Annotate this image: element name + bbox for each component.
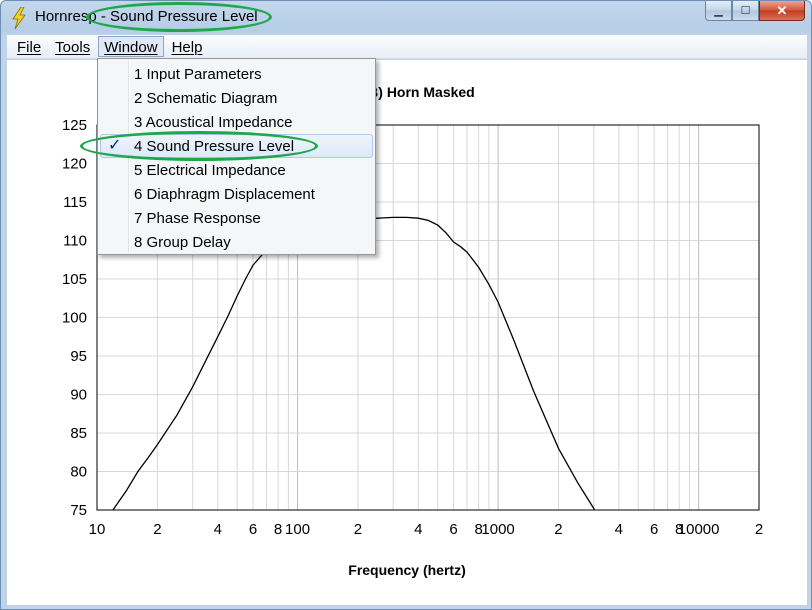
x-tick-label: 6: [449, 521, 457, 538]
menu-item-input-parameters[interactable]: 1 Input Parameters: [100, 62, 373, 86]
minimize-icon: ▁: [714, 5, 723, 17]
y-tick-label: 100: [62, 310, 87, 327]
x-tick-label: 2: [755, 521, 763, 538]
checkmark-icon: ✓: [108, 137, 122, 154]
y-tick-label: 120: [62, 156, 87, 173]
menu-window[interactable]: Window: [98, 36, 164, 57]
x-tick-label: 4: [615, 521, 623, 538]
menu-item-label: 3 Acoustical Impedance: [134, 114, 293, 131]
menu-item-diaphragm-displacement[interactable]: 6 Diaphragm Displacement: [100, 182, 373, 206]
menu-item-schematic-diagram[interactable]: 2 Schematic Diagram: [100, 86, 373, 110]
y-tick-label: 90: [70, 387, 87, 404]
close-button[interactable]: ✕: [759, 1, 805, 21]
y-tick-label: 115: [63, 194, 87, 211]
x-tick-label: 2: [153, 521, 161, 538]
menu-item-label: 8 Group Delay: [134, 234, 231, 251]
menu-help[interactable]: Help: [166, 36, 209, 57]
x-tick-label: 4: [214, 521, 222, 538]
menu-item-label: 6 Diaphragm Displacement: [134, 186, 315, 203]
window-title: Hornresp - Sound Pressure Level: [35, 8, 258, 25]
menu-file[interactable]: File: [11, 36, 47, 57]
menu-item-label: 5 Electrical Impedance: [134, 162, 286, 179]
x-tick-label: 1000: [481, 521, 514, 538]
x-tick-label: 10000: [678, 521, 720, 538]
y-tick-label: 80: [70, 464, 87, 481]
menu-item-label: 7 Phase Response: [134, 210, 261, 227]
minimize-button[interactable]: ▁: [705, 1, 732, 21]
x-tick-label: 8: [274, 521, 282, 538]
y-tick-label: 105: [62, 271, 87, 288]
menu-item-group-delay[interactable]: 8 Group Delay: [100, 230, 373, 254]
menu-item-label: 2 Schematic Diagram: [134, 90, 278, 107]
y-tick-label: 75: [70, 502, 87, 519]
x-axis-label: Frequency (hertz): [348, 562, 465, 578]
title-bar[interactable]: Hornresp - Sound Pressure Level ▁ ☐ ✕: [1, 1, 811, 35]
menu-item-electrical-impedance[interactable]: 5 Electrical Impedance: [100, 158, 373, 182]
y-tick-label: 125: [62, 117, 87, 134]
menu-item-label: 1 Input Parameters: [134, 66, 262, 83]
menu-bar: File Tools Window Help: [7, 35, 807, 59]
x-tick-label: 2: [354, 521, 362, 538]
x-tick-label: 6: [650, 521, 658, 538]
menu-item-label: 4 Sound Pressure Level: [134, 138, 295, 155]
x-tick-label: 100: [285, 521, 310, 538]
caption-buttons: ▁ ☐ ✕: [705, 1, 805, 22]
close-icon: ✕: [776, 2, 788, 18]
x-tick-label: 4: [414, 521, 422, 538]
maximize-button[interactable]: ☐: [732, 1, 759, 21]
y-tick-label: 110: [63, 233, 87, 250]
x-tick-label: 2: [554, 521, 562, 538]
maximize-icon: ☐: [740, 5, 751, 17]
menu-tools[interactable]: Tools: [49, 36, 96, 57]
window-menu-dropdown: 1 Input Parameters 2 Schematic Diagram 3…: [97, 58, 376, 255]
y-tick-label: 95: [70, 348, 87, 365]
y-tick-label: 85: [70, 425, 87, 442]
menu-item-sound-pressure-level[interactable]: ✓ 4 Sound Pressure Level: [100, 134, 373, 158]
lightning-bolt-icon: [12, 7, 26, 29]
x-tick-label: 10: [89, 521, 106, 538]
menu-item-phase-response[interactable]: 7 Phase Response: [100, 206, 373, 230]
menu-item-acoustical-impedance[interactable]: 3 Acoustical Impedance: [100, 110, 373, 134]
x-tick-label: 6: [249, 521, 257, 538]
